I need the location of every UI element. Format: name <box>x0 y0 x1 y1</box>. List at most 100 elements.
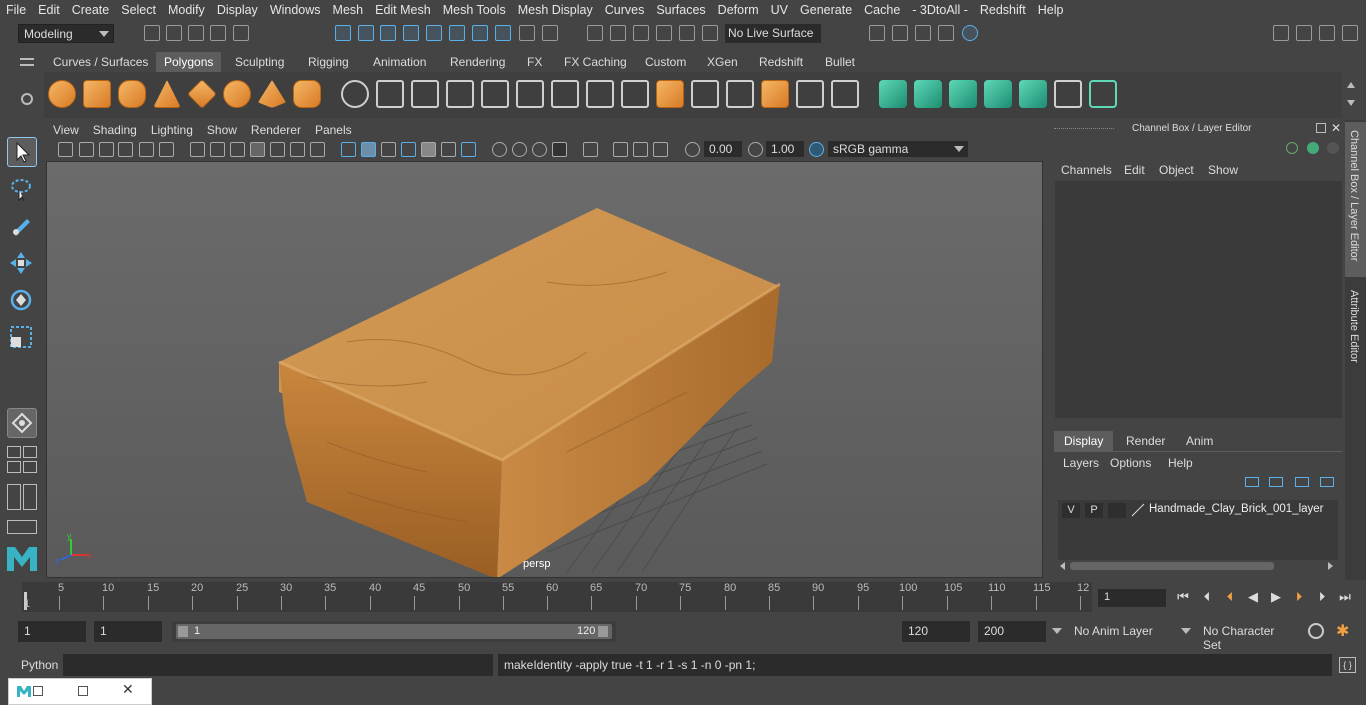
single-pane-layout-icon[interactable] <box>7 446 21 458</box>
modeling-toolkit-icon[interactable] <box>1296 25 1312 41</box>
merge-icon[interactable] <box>656 80 684 108</box>
extrude-icon[interactable] <box>516 80 544 108</box>
workspace-icon[interactable] <box>1273 25 1289 41</box>
checker-icon[interactable] <box>1054 80 1082 108</box>
save-scene-icon[interactable] <box>188 25 204 41</box>
bevel-icon[interactable] <box>551 80 579 108</box>
shelf-scroll-down-icon[interactable] <box>1347 100 1355 106</box>
shelf-tab-rendering[interactable]: Rendering <box>442 52 513 72</box>
maximize-icon[interactable] <box>78 686 88 696</box>
paint-select-tool-icon[interactable] <box>7 211 37 241</box>
ipr-render-icon[interactable] <box>915 25 931 41</box>
range-start-handle[interactable] <box>178 626 188 637</box>
cb-menu-object[interactable]: Object <box>1159 163 1194 177</box>
layer-menu-layers[interactable]: Layers <box>1063 456 1099 470</box>
shelf-scroll-up-icon[interactable] <box>1347 82 1355 88</box>
safe-title-icon[interactable] <box>310 142 325 157</box>
panel-drag-handle[interactable] <box>1054 128 1114 130</box>
gamma-field[interactable]: 1.00 <box>766 141 804 157</box>
snap-grid-icon[interactable] <box>587 25 603 41</box>
camera-select-icon[interactable] <box>58 142 73 157</box>
poly-cylinder-icon[interactable] <box>118 80 146 108</box>
menu-generate[interactable]: Generate <box>794 0 858 20</box>
two-d-pan-icon[interactable] <box>139 142 154 157</box>
cb-menu-channels[interactable]: Channels <box>1061 163 1112 177</box>
menu-select[interactable]: Select <box>115 0 162 20</box>
cb-menu-edit[interactable]: Edit <box>1124 163 1145 177</box>
select-tool-icon[interactable] <box>7 137 37 167</box>
menu-surfaces[interactable]: Surfaces <box>650 0 711 20</box>
new-layer-icon[interactable] <box>1295 477 1309 487</box>
menu-display[interactable]: Display <box>211 0 264 20</box>
render-frame-icon[interactable] <box>892 25 908 41</box>
lasso-tool-icon[interactable] <box>7 175 37 205</box>
step-forward-key-icon[interactable]: ⏵ <box>1292 590 1306 604</box>
character-set-dropdown[interactable]: No Character Set <box>1197 621 1297 652</box>
multi-cut-icon[interactable] <box>691 80 719 108</box>
scroll-right-icon[interactable] <box>1328 562 1333 570</box>
select-object-icon[interactable] <box>358 25 374 41</box>
stacked-layout-icon[interactable] <box>23 461 37 473</box>
channel-box-toggle-icon[interactable] <box>1342 25 1358 41</box>
menu-mesh-display[interactable]: Mesh Display <box>512 0 599 20</box>
snap-together-icon[interactable] <box>7 408 37 438</box>
select-uv-icon[interactable] <box>472 25 488 41</box>
range-end-handle[interactable] <box>598 626 608 637</box>
shelf-tab-fx-caching[interactable]: FX Caching <box>556 52 635 72</box>
poly-pipe-icon[interactable] <box>293 80 321 108</box>
colorspace-dropdown[interactable]: sRGB gamma <box>828 141 968 157</box>
shelf-tab-fx[interactable]: FX <box>519 52 550 72</box>
shadows-icon[interactable] <box>441 142 456 157</box>
play-forwards-icon[interactable]: ▶ <box>1269 590 1283 604</box>
menu-windows[interactable]: Windows <box>264 0 327 20</box>
wireframe-icon[interactable] <box>341 142 356 157</box>
side-by-side-layout-icon[interactable] <box>7 461 21 473</box>
menu-deform[interactable]: Deform <box>712 0 765 20</box>
redo-icon[interactable] <box>233 25 249 41</box>
snap-view-icon[interactable] <box>656 25 672 41</box>
hypershade-icon[interactable] <box>962 25 978 41</box>
safe-action-icon[interactable] <box>290 142 305 157</box>
auto-key-icon[interactable] <box>1308 623 1324 639</box>
shelf-menu-icon[interactable] <box>20 58 34 66</box>
select-component-icon[interactable] <box>380 25 396 41</box>
render-settings-icon[interactable] <box>869 25 885 41</box>
poly-torus-icon[interactable] <box>223 80 251 108</box>
xray-icon[interactable] <box>583 142 598 157</box>
menu-mesh[interactable]: Mesh <box>327 0 370 20</box>
layer-display-type-toggle[interactable] <box>1108 503 1126 518</box>
menu-uv[interactable]: UV <box>765 0 794 20</box>
xray-active-icon[interactable] <box>633 142 648 157</box>
textured-icon[interactable] <box>401 142 416 157</box>
magnet-icon[interactable] <box>702 25 718 41</box>
bridge-icon[interactable] <box>586 80 614 108</box>
move-layer-down-icon[interactable] <box>1269 477 1283 487</box>
outliner-layout-icon[interactable] <box>7 484 21 510</box>
side-tab-attribute-editor[interactable]: Attribute Editor <box>1348 290 1360 363</box>
smooth-icon[interactable] <box>446 80 474 108</box>
xray-joints-icon[interactable] <box>613 142 628 157</box>
layer-tab-anim[interactable]: Anim <box>1176 431 1223 451</box>
uv-editor-icon[interactable] <box>1089 80 1117 108</box>
motion-blur-icon[interactable] <box>492 142 507 157</box>
scroll-left-icon[interactable] <box>1060 562 1065 570</box>
mirror-icon[interactable] <box>411 80 439 108</box>
go-to-end-icon[interactable]: ⏭ <box>1338 590 1352 604</box>
field-chart-icon[interactable] <box>270 142 285 157</box>
layer-menu-options[interactable]: Options <box>1110 456 1151 470</box>
boolean-icon[interactable] <box>481 80 509 108</box>
layer-name[interactable]: Handmade_Clay_Brick_001_layer <box>1149 503 1324 515</box>
move-tool-icon[interactable] <box>7 249 37 279</box>
new-layer-selected-icon[interactable] <box>1320 477 1334 487</box>
toolbox-collapse-icon[interactable] <box>7 520 37 534</box>
restore-icon[interactable] <box>33 686 43 696</box>
vp-menu-view[interactable]: View <box>46 121 86 139</box>
select-hierarchy-icon[interactable] <box>335 25 351 41</box>
exposure-icon[interactable] <box>685 142 700 157</box>
image-plane-icon[interactable] <box>118 142 133 157</box>
script-editor-icon[interactable]: { } <box>1339 657 1356 673</box>
offset-edge-icon[interactable] <box>796 80 824 108</box>
shelf-tab-sculpting[interactable]: Sculpting <box>227 52 292 72</box>
undo-icon[interactable] <box>210 25 226 41</box>
script-language-label[interactable]: Python <box>21 658 58 672</box>
